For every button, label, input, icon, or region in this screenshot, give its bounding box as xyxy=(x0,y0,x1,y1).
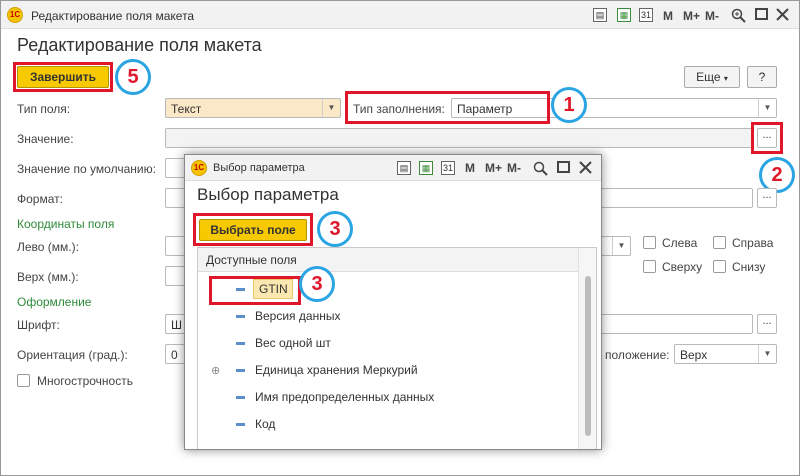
top-mm-input[interactable] xyxy=(165,266,185,286)
app-logo-icon: 1С xyxy=(191,160,207,176)
list-item[interactable]: Код xyxy=(198,412,578,438)
spreadsheet-icon[interactable]: ▦ xyxy=(617,8,631,22)
select-parameter-dialog: 1С Выбор параметра ▤ ▦ 31 M M+ M- Выбор … xyxy=(184,154,602,450)
memory-m-button[interactable]: M xyxy=(465,161,475,175)
chevron-down-icon[interactable]: ▼ xyxy=(322,99,340,117)
list-item[interactable]: Версия данных xyxy=(198,304,578,330)
checkbox-right-label: Справа xyxy=(732,236,774,250)
list-item-label: Имя предопределенных данных xyxy=(255,390,435,404)
value-label: Значение: xyxy=(17,132,74,146)
memory-plus-button[interactable]: M+ xyxy=(485,161,502,175)
close-icon[interactable] xyxy=(776,8,789,21)
close-icon[interactable] xyxy=(579,161,592,174)
zoom-icon[interactable] xyxy=(533,161,548,176)
checkbox-top[interactable] xyxy=(643,260,656,273)
orientation-input[interactable]: 0 xyxy=(165,344,185,364)
print-icon[interactable]: ▤ xyxy=(397,161,411,175)
highlight-select-field xyxy=(193,213,313,246)
coordinates-section-title: Координаты поля xyxy=(17,217,115,231)
title-bar: 1С Редактирование поля макета ▤ ▦ 31 M M… xyxy=(1,1,799,29)
dialog-title: Выбор параметра xyxy=(213,162,305,174)
orientation-label: Ориентация (град.): xyxy=(17,348,128,362)
spreadsheet-icon[interactable]: ▦ xyxy=(419,161,433,175)
page-title: Редактирование поля макета xyxy=(17,35,262,55)
chevron-down-icon[interactable]: ▼ xyxy=(758,345,776,363)
calendar-icon[interactable]: 31 xyxy=(441,161,455,175)
dialog-title-bar: 1С Выбор параметра ▤ ▦ 31 M M+ M- xyxy=(185,155,601,181)
multiline-checkbox[interactable] xyxy=(17,374,30,387)
scrollbar-thumb[interactable] xyxy=(585,276,591,436)
list-item-label: Код xyxy=(255,417,276,431)
checkbox-right[interactable] xyxy=(713,236,726,249)
scrollbar[interactable] xyxy=(578,248,596,449)
font-label: Шрифт: xyxy=(17,318,60,332)
memory-m-button[interactable]: M xyxy=(663,9,673,23)
annotation-1: 1 xyxy=(551,87,587,123)
font-choose-button[interactable]: ... xyxy=(757,314,777,334)
memory-plus-button[interactable]: M+ xyxy=(683,9,700,23)
left-mm-label: Лево (мм.): xyxy=(17,240,79,254)
highlight-fill-type xyxy=(345,91,550,124)
list-header: Доступные поля xyxy=(198,248,596,272)
list-item-label: Версия данных xyxy=(255,309,341,323)
maximize-icon[interactable] xyxy=(755,8,768,20)
left-mm-input[interactable] xyxy=(165,236,185,256)
annotation-3: 3 xyxy=(317,211,353,247)
annotation-3b: 3 xyxy=(299,266,335,302)
highlight-gtin xyxy=(209,276,301,305)
default-value-input[interactable] xyxy=(165,158,185,178)
position-select[interactable]: Верх ▼ xyxy=(674,344,777,364)
expand-icon[interactable]: ⊕ xyxy=(211,364,220,377)
annotation-5: 5 xyxy=(115,59,151,95)
list-item-label: Единица хранения Меркурий xyxy=(255,363,418,377)
format-label: Формат: xyxy=(17,192,63,206)
design-section-title: Оформление xyxy=(17,295,92,309)
highlight-value-button xyxy=(751,122,783,154)
app-logo-icon: 1С xyxy=(7,7,23,23)
left-mm-spin[interactable]: ▼ xyxy=(601,236,631,256)
default-value-label: Значение по умолчанию: xyxy=(17,162,156,176)
window-title: Редактирование поля макета xyxy=(31,9,195,23)
position-label: положение: xyxy=(605,348,670,362)
format-input-right[interactable] xyxy=(601,188,753,208)
dialog-heading: Выбор параметра xyxy=(197,185,339,204)
highlight-finish xyxy=(13,62,113,92)
help-button[interactable]: ? xyxy=(747,66,777,88)
field-type-label: Тип поля: xyxy=(17,102,71,116)
top-mm-label: Верх (мм.): xyxy=(17,270,79,284)
list-item[interactable]: Вес одной шт xyxy=(198,331,578,357)
maximize-icon[interactable] xyxy=(557,161,570,173)
chevron-down-icon[interactable]: ▼ xyxy=(758,99,776,117)
memory-minus-button[interactable]: M- xyxy=(705,9,719,23)
calendar-icon[interactable]: 31 xyxy=(639,8,653,22)
field-type-select[interactable]: Текст ▼ xyxy=(165,98,341,118)
multiline-label: Многострочность xyxy=(37,374,133,388)
list-item[interactable]: Имя предопределенных данных xyxy=(198,385,578,411)
checkbox-left[interactable] xyxy=(643,236,656,249)
print-icon[interactable]: ▤ xyxy=(593,8,607,22)
checkbox-top-label: Сверху xyxy=(662,260,703,274)
checkbox-bottom-label: Снизу xyxy=(732,260,766,274)
memory-minus-button[interactable]: M- xyxy=(507,161,521,175)
chevron-down-icon[interactable]: ▼ xyxy=(612,237,630,255)
format-input[interactable] xyxy=(165,188,185,208)
checkbox-bottom[interactable] xyxy=(713,260,726,273)
value-input[interactable] xyxy=(165,128,753,148)
list-item[interactable]: ⊕ Единица хранения Меркурий xyxy=(198,358,578,384)
checkbox-left-label: Слева xyxy=(662,236,698,250)
zoom-icon[interactable] xyxy=(731,8,746,23)
more-button[interactable]: Еще ▾ xyxy=(684,66,740,88)
format-choose-button[interactable]: ... xyxy=(757,188,777,208)
list-item-label: Вес одной шт xyxy=(255,336,331,350)
